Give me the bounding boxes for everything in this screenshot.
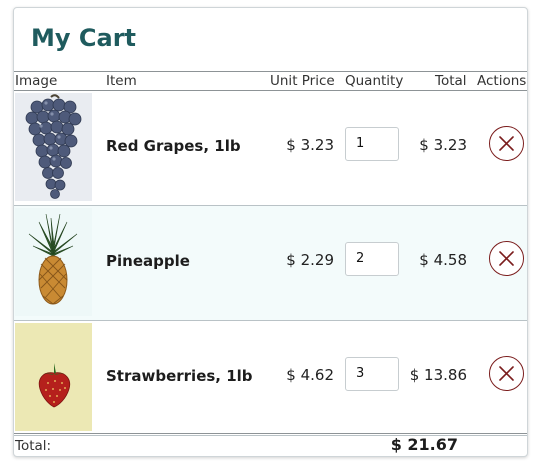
- close-icon: [499, 366, 514, 381]
- quantity-input[interactable]: 1: [345, 127, 399, 161]
- remove-item-button[interactable]: [489, 126, 524, 161]
- unit-price: $ 2.29: [286, 251, 334, 269]
- unit-price: $ 3.23: [286, 136, 334, 154]
- row-total: $ 3.23: [419, 136, 467, 154]
- pineapple-image: [15, 208, 92, 316]
- column-header-unit-price: Unit Price: [270, 73, 335, 89]
- row-total: $ 13.86: [409, 366, 467, 384]
- column-header-quantity: Quantity: [345, 73, 404, 89]
- quantity-input[interactable]: 2: [345, 242, 399, 276]
- item-name: Strawberries, 1lb: [106, 367, 253, 385]
- grapes-image: [15, 93, 92, 201]
- column-header-item: Item: [106, 73, 137, 89]
- close-icon: [499, 136, 514, 151]
- table-row: Strawberries, 1lb $ 4.62 3 $ 13.86: [14, 321, 527, 436]
- quantity-input[interactable]: 3: [345, 357, 399, 391]
- item-name: Red Grapes, 1lb: [106, 137, 241, 155]
- page-title: My Cart: [31, 24, 136, 52]
- table-row: Red Grapes, 1lb $ 3.23 1 $ 3.23: [14, 91, 527, 206]
- column-header-actions: Actions: [477, 73, 527, 89]
- remove-item-button[interactable]: [489, 241, 524, 276]
- grand-total: $ 21.67: [390, 435, 458, 454]
- table-row: Pineapple $ 2.29 2 $ 4.58: [14, 206, 527, 321]
- remove-item-button[interactable]: [489, 356, 524, 391]
- row-total: $ 4.58: [419, 251, 467, 269]
- table-header: Image Item Unit Price Quantity Total Act…: [14, 71, 527, 91]
- unit-price: $ 4.62: [286, 366, 334, 384]
- close-icon: [499, 251, 514, 266]
- column-header-total: Total: [435, 73, 467, 89]
- item-name: Pineapple: [106, 252, 190, 270]
- total-label: Total:: [15, 438, 52, 454]
- cart-card: My Cart Image Item Unit Price Quantity T…: [13, 7, 528, 457]
- column-header-image: Image: [15, 73, 58, 89]
- cart-footer: Total: $ 21.67: [14, 433, 527, 456]
- strawberry-image: [15, 323, 92, 431]
